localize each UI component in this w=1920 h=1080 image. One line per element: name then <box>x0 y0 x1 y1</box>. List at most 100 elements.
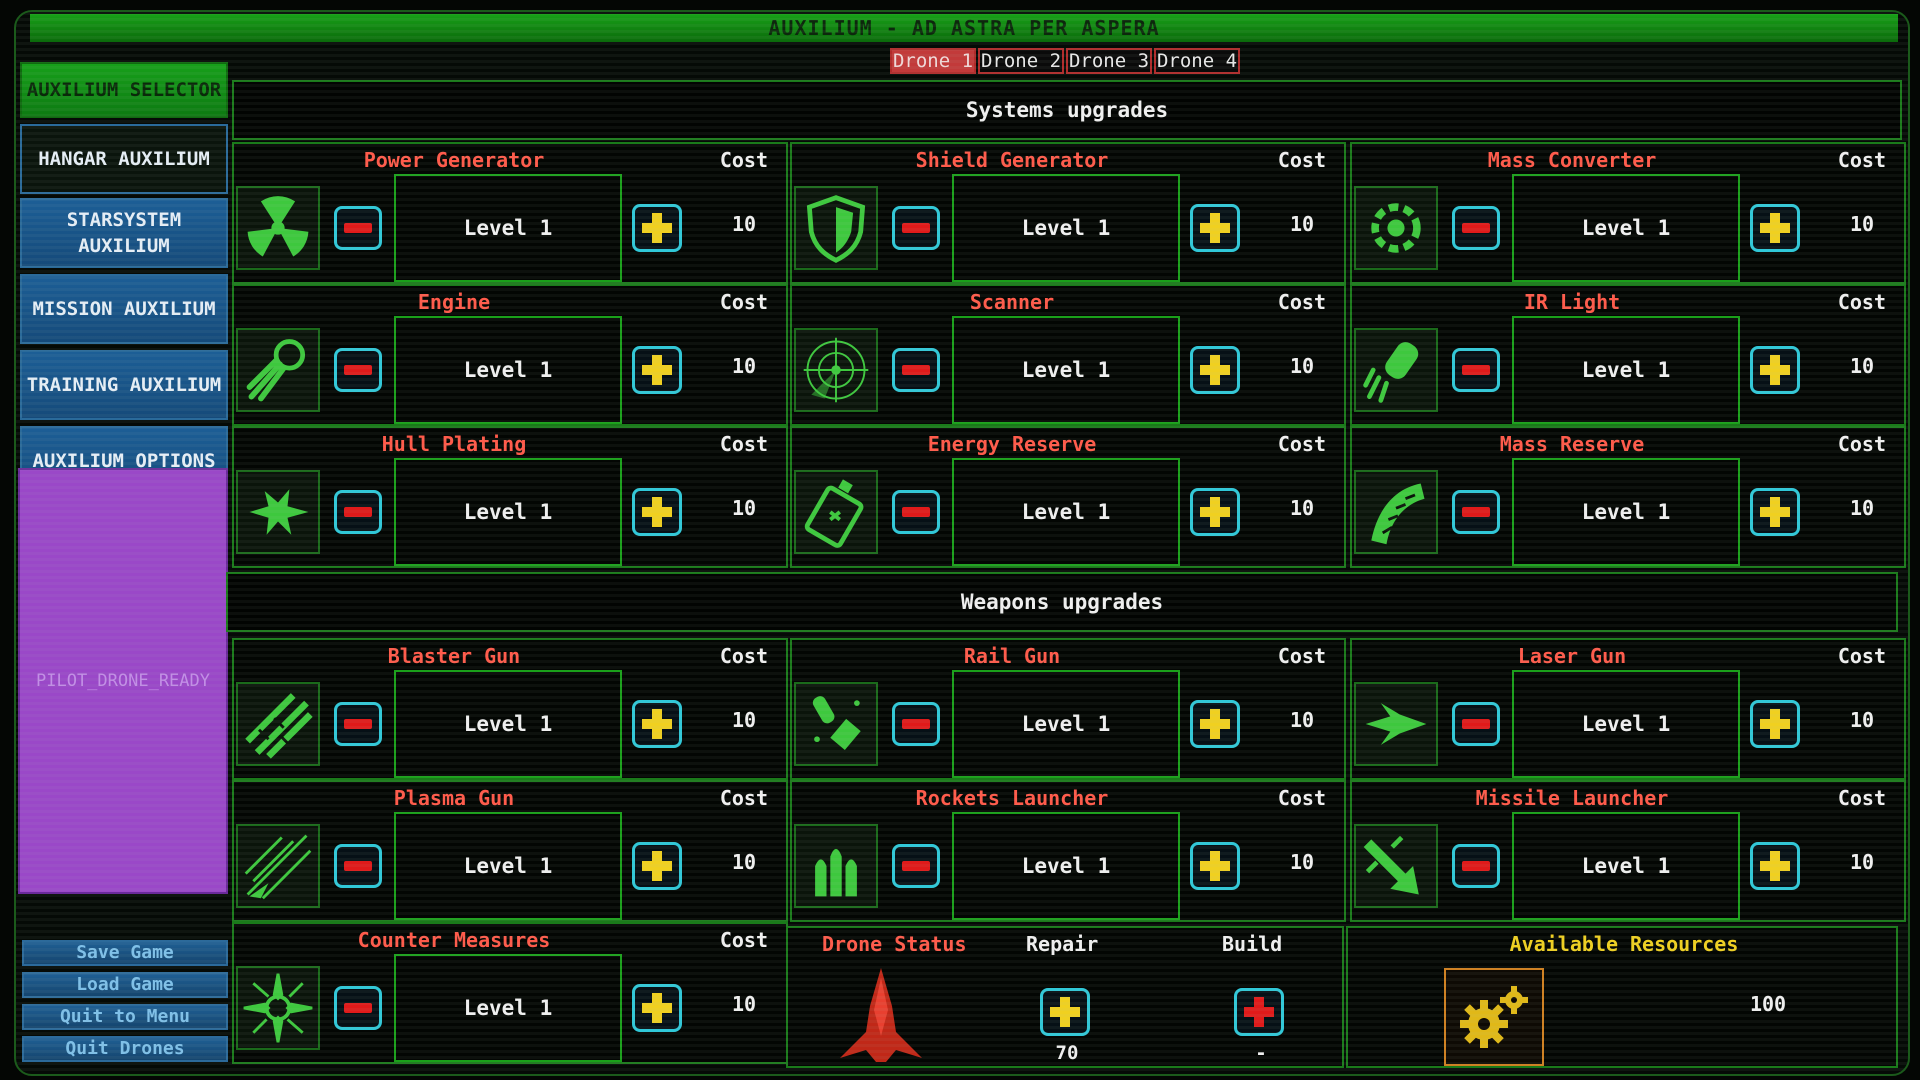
tab-drone-1[interactable]: Drone 1 <box>890 48 976 74</box>
cost-label: Cost <box>1277 290 1326 314</box>
increase-level-button[interactable] <box>1750 204 1800 252</box>
auxilium-selector-button[interactable]: AUXILIUM SELECTOR <box>20 62 228 118</box>
minus-icon <box>1462 223 1490 233</box>
sidebar-item-mission[interactable]: MISSION AUXILIUM <box>20 274 228 344</box>
plus-icon <box>1200 851 1230 881</box>
cost-value: 10 <box>1849 708 1875 732</box>
hull-plating-upgrade-card: Hull Plating Cost Level 1 10 <box>232 426 788 568</box>
increase-level-button[interactable] <box>1190 488 1240 536</box>
laser-beams-icon <box>236 682 320 766</box>
increase-level-button[interactable] <box>1190 204 1240 252</box>
increase-level-button[interactable] <box>1190 346 1240 394</box>
mass-converter-upgrade-card: Mass Converter Cost Level 1 10 <box>1350 142 1906 284</box>
tab-drone-3[interactable]: Drone 3 <box>1066 48 1152 74</box>
plus-icon <box>1760 709 1790 739</box>
plus-icon <box>1200 709 1230 739</box>
weapons-upgrades-header: Weapons upgrades <box>226 572 1898 632</box>
increase-level-button[interactable] <box>1190 700 1240 748</box>
upgrade-name: Scanner <box>969 290 1055 314</box>
laser-burst-icon <box>1354 682 1438 766</box>
sidebar-item-starsystem[interactable]: STARSYSTEM AUXILIUM <box>20 198 228 268</box>
plus-icon <box>1760 213 1790 243</box>
minus-icon <box>1462 719 1490 729</box>
level-display: Level 1 <box>1512 316 1740 424</box>
minus-icon <box>344 223 372 233</box>
laser-gun-upgrade-card: Laser Gun Cost Level 1 10 <box>1350 638 1906 780</box>
battery-icon <box>794 470 878 554</box>
decrease-level-button[interactable] <box>892 702 940 746</box>
sidebar-item-training[interactable]: TRAINING AUXILIUM <box>20 350 228 420</box>
decrease-level-button[interactable] <box>892 348 940 392</box>
cost-value: 10 <box>1289 212 1315 236</box>
cost-label: Cost <box>1837 786 1886 810</box>
level-display: Level 1 <box>952 174 1180 282</box>
upgrade-name: Laser Gun <box>1517 644 1627 668</box>
decrease-level-button[interactable] <box>1452 206 1500 250</box>
increase-level-button[interactable] <box>632 984 682 1032</box>
increase-level-button[interactable] <box>1750 488 1800 536</box>
repair-button[interactable] <box>1040 988 1090 1036</box>
counter-measures-upgrade-card: Counter Measures Cost Level 1 10 <box>232 922 788 1064</box>
cost-label: Cost <box>719 644 768 668</box>
decrease-level-button[interactable] <box>892 490 940 534</box>
drone-ship-icon <box>826 966 936 1066</box>
level-display: Level 1 <box>394 812 622 920</box>
decrease-level-button[interactable] <box>334 986 382 1030</box>
rockets-launcher-upgrade-card: Rockets Launcher Cost Level 1 10 <box>790 780 1346 922</box>
increase-level-button[interactable] <box>1750 346 1800 394</box>
level-display: Level 1 <box>1512 174 1740 282</box>
decrease-level-button[interactable] <box>334 702 382 746</box>
energy-reserve-upgrade-card: Energy Reserve Cost Level 1 10 <box>790 426 1346 568</box>
increase-level-button[interactable] <box>632 700 682 748</box>
decrease-level-button[interactable] <box>334 206 382 250</box>
increase-level-button[interactable] <box>632 346 682 394</box>
cost-label: Cost <box>719 928 768 952</box>
quit-drones-button[interactable]: Quit Drones <box>22 1036 228 1062</box>
decrease-level-button[interactable] <box>334 348 382 392</box>
increase-level-button[interactable] <box>1190 842 1240 890</box>
cost-label: Cost <box>1837 148 1886 172</box>
save-game-button[interactable]: Save Game <box>22 940 228 966</box>
upgrade-name: Rail Gun <box>963 644 1061 668</box>
plus-icon <box>642 993 672 1023</box>
level-display: Level 1 <box>952 812 1180 920</box>
resources-label: Available Resources <box>1509 932 1739 956</box>
gear-ring-icon <box>1354 186 1438 270</box>
decrease-level-button[interactable] <box>334 490 382 534</box>
decrease-level-button[interactable] <box>1452 702 1500 746</box>
decrease-level-button[interactable] <box>892 844 940 888</box>
increase-level-button[interactable] <box>632 842 682 890</box>
pilot-status-text: PILOT_DRONE_READY <box>36 671 210 691</box>
quit-to-menu-button[interactable]: Quit to Menu <box>22 1004 228 1030</box>
cost-value: 10 <box>1849 354 1875 378</box>
cost-label: Cost <box>1837 644 1886 668</box>
decrease-level-button[interactable] <box>334 844 382 888</box>
cost-value: 10 <box>1289 708 1315 732</box>
systems-upgrades-header: Systems upgrades <box>232 80 1902 140</box>
increase-level-button[interactable] <box>1750 700 1800 748</box>
plasma-gun-upgrade-card: Plasma Gun Cost Level 1 10 <box>232 780 788 922</box>
decrease-level-button[interactable] <box>892 206 940 250</box>
blaster-gun-upgrade-card: Blaster Gun Cost Level 1 10 <box>232 638 788 780</box>
decrease-level-button[interactable] <box>1452 348 1500 392</box>
level-display: Level 1 <box>952 316 1180 424</box>
cost-value: 10 <box>731 992 757 1016</box>
build-button[interactable] <box>1234 988 1284 1036</box>
decrease-level-button[interactable] <box>1452 844 1500 888</box>
cost-value: 10 <box>731 496 757 520</box>
load-game-button[interactable]: Load Game <box>22 972 228 998</box>
tab-drone-2[interactable]: Drone 2 <box>978 48 1064 74</box>
upgrade-name: Mass Converter <box>1487 148 1657 172</box>
increase-level-button[interactable] <box>1750 842 1800 890</box>
increase-level-button[interactable] <box>632 204 682 252</box>
upgrade-name: Hull Plating <box>381 432 527 456</box>
radiation-icon <box>236 186 320 270</box>
increase-level-button[interactable] <box>632 488 682 536</box>
rail-gun-upgrade-card: Rail Gun Cost Level 1 10 <box>790 638 1346 780</box>
drone-tabs: Drone 1 Drone 2 Drone 3 Drone 4 <box>890 48 1242 74</box>
tab-drone-4[interactable]: Drone 4 <box>1154 48 1240 74</box>
ir-light-upgrade-card: IR Light Cost Level 1 10 <box>1350 284 1906 426</box>
sidebar-item-hangar[interactable]: HANGAR AUXILIUM <box>20 124 228 194</box>
decrease-level-button[interactable] <box>1452 490 1500 534</box>
level-display: Level 1 <box>1512 812 1740 920</box>
